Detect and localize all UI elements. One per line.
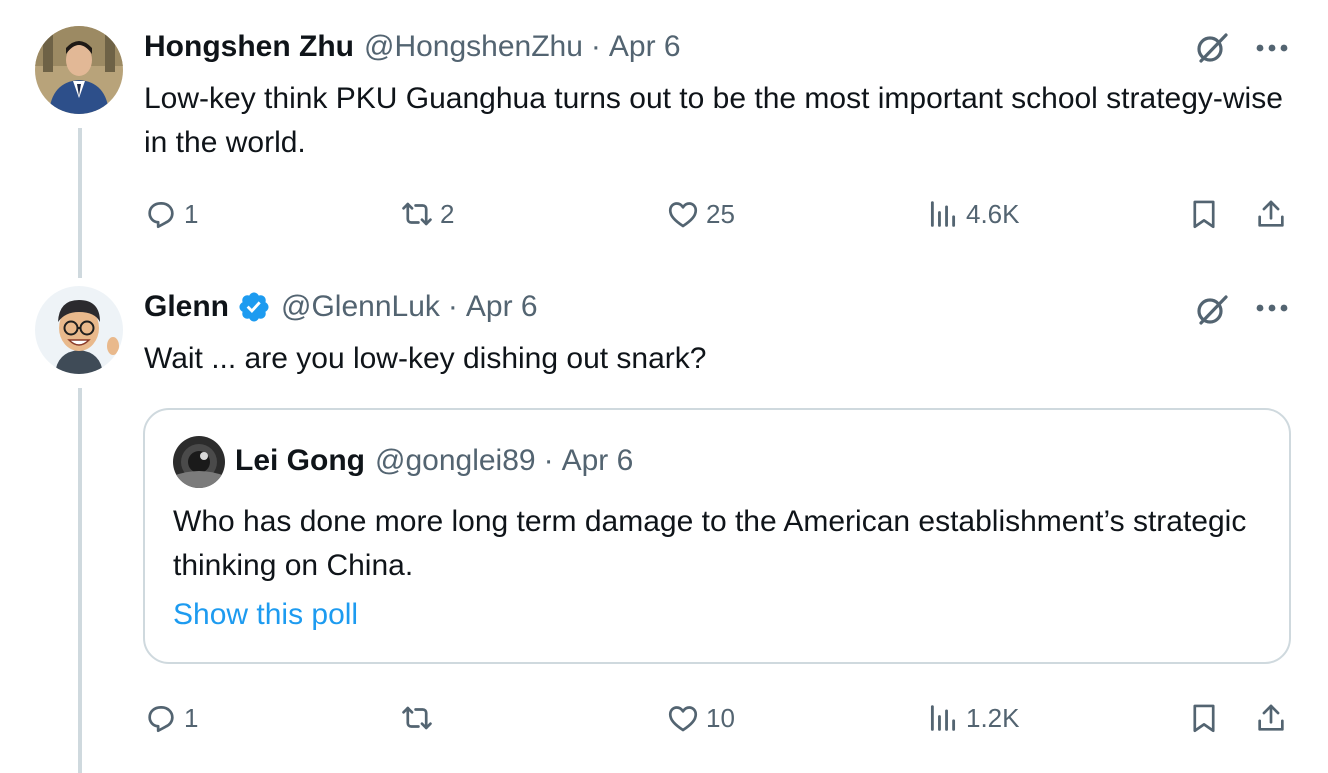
repost-button[interactable]: 2 — [400, 194, 454, 234]
views-count: 1.2K — [966, 702, 1020, 733]
reply-button[interactable]: 1 — [144, 698, 198, 738]
quote-text: Who has done more long term damage to th… — [173, 505, 1247, 582]
reply-icon — [148, 202, 174, 229]
bookmark-button[interactable] — [1187, 194, 1221, 234]
views-icon — [930, 201, 956, 227]
repost-count: 2 — [440, 198, 455, 229]
reply-count: 1 — [184, 702, 199, 733]
grok-icon[interactable] — [1192, 290, 1232, 330]
bookmark-button[interactable] — [1187, 698, 1221, 738]
share-button[interactable] — [1254, 194, 1288, 234]
tweet-date[interactable]: Apr 6 — [466, 290, 538, 324]
author-name[interactable]: Hongshen Zhu — [144, 30, 354, 64]
quote-date[interactable]: Apr 6 — [562, 444, 634, 478]
separator: · — [590, 30, 601, 63]
more-icon[interactable] — [1252, 288, 1292, 328]
separator: · — [543, 444, 554, 477]
views-button[interactable]: 4.6K — [926, 194, 1020, 234]
reply-icon — [148, 706, 174, 733]
separator: · — [447, 290, 458, 323]
like-icon — [668, 202, 698, 228]
reply-count: 1 — [184, 198, 199, 229]
quote-header: Lei Gong @gonglei89 · Apr 6 — [235, 444, 633, 478]
like-icon — [668, 706, 698, 732]
verified-badge-icon[interactable] — [237, 290, 271, 324]
repost-icon — [402, 706, 432, 730]
tweet-glenn[interactable]: Glenn @GlennLuk · Apr 6 Wait ... are you… — [0, 280, 1328, 773]
repost-button[interactable] — [400, 698, 440, 738]
views-icon — [930, 705, 956, 731]
thread-line — [78, 388, 82, 773]
tweet-header: Glenn @GlennLuk · Apr 6 — [144, 290, 538, 324]
like-button[interactable]: 10 — [666, 698, 735, 738]
like-count: 10 — [706, 702, 735, 733]
tweet-text: Wait ... are you low-key dishing out sna… — [144, 342, 707, 375]
author-handle[interactable]: @GlennLuk — [281, 290, 440, 324]
avatar[interactable] — [35, 26, 123, 114]
bookmark-icon — [1193, 200, 1215, 229]
tweet-actions: 1 10 1.2K — [144, 698, 1294, 738]
tweet-actions: 1 2 25 4.6K — [144, 194, 1294, 234]
quote-author-handle[interactable]: @gonglei89 — [375, 444, 536, 478]
author-name[interactable]: Glenn — [144, 290, 229, 324]
quote-avatar[interactable] — [173, 436, 225, 488]
share-icon — [1258, 200, 1284, 227]
like-button[interactable]: 25 — [666, 194, 735, 234]
more-icon[interactable] — [1252, 28, 1292, 68]
quote-author-name[interactable]: Lei Gong — [235, 444, 365, 478]
show-poll-link[interactable]: Show this poll — [173, 598, 358, 632]
tweet-header: Hongshen Zhu @HongshenZhu · Apr 6 — [144, 30, 681, 64]
like-count: 25 — [706, 198, 735, 229]
grok-icon[interactable] — [1192, 28, 1232, 68]
reply-button[interactable]: 1 — [144, 194, 198, 234]
share-button[interactable] — [1254, 698, 1288, 738]
bookmark-icon — [1193, 704, 1215, 733]
tweet-date[interactable]: Apr 6 — [609, 30, 681, 64]
share-icon — [1258, 704, 1284, 731]
tweet-text: Low-key think PKU Guanghua turns out to … — [144, 82, 1283, 159]
repost-icon — [402, 202, 432, 226]
views-button[interactable]: 1.2K — [926, 698, 1020, 738]
author-handle[interactable]: @HongshenZhu — [364, 30, 583, 64]
tweet-hongshen[interactable]: Hongshen Zhu @HongshenZhu · Apr 6 Low-ke… — [0, 0, 1328, 280]
thread-line — [78, 128, 82, 278]
views-count: 4.6K — [966, 198, 1020, 229]
quoted-tweet[interactable]: Lei Gong @gonglei89 · Apr 6 Who has done… — [143, 408, 1291, 664]
avatar[interactable] — [35, 286, 123, 374]
